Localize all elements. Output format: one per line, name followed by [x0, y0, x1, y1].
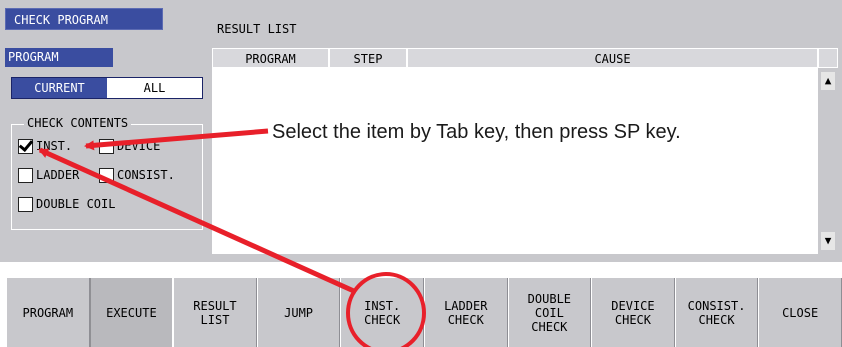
mode-all-button[interactable]: ALL	[107, 78, 202, 98]
checkbox-checked-icon	[18, 138, 33, 154]
checkbox-consist[interactable]: CONSIST.	[99, 165, 175, 185]
program-section-label: PROGRAM	[5, 48, 113, 67]
fkey-inst-check[interactable]: INST. CHECK	[340, 278, 424, 347]
fkey-jump[interactable]: JUMP	[256, 278, 341, 347]
checkbox-inst[interactable]: INST.	[18, 136, 72, 156]
checkbox-ladder[interactable]: LADDER	[18, 165, 79, 185]
checkbox-device[interactable]: DEVICE	[99, 136, 160, 156]
fkey-consist-check[interactable]: CONSIST. CHECK	[674, 278, 759, 347]
scroll-down-arrow-icon[interactable]: ▼	[821, 232, 835, 250]
checkbox-label: DOUBLE COIL	[36, 197, 116, 211]
checkbox-unchecked-icon	[99, 167, 114, 183]
checkbox-double-coil[interactable]: DOUBLE COIL	[18, 194, 115, 214]
checkbox-label: CONSIST.	[117, 168, 175, 182]
result-list-body[interactable]	[212, 68, 818, 254]
fkey-program[interactable]: PROGRAM	[6, 278, 90, 347]
scroll-up-arrow-icon[interactable]: ▲	[821, 72, 835, 90]
fkey-double-coil-check[interactable]: DOUBLE COIL CHECK	[507, 278, 592, 347]
column-header-spacer	[818, 48, 838, 68]
column-header-program[interactable]: PROGRAM	[212, 48, 329, 68]
window-title: CHECK PROGRAM	[5, 8, 163, 30]
function-key-bar: PROGRAM EXECUTE RESULT LIST JUMP INST. C…	[6, 278, 842, 347]
fkey-result-list[interactable]: RESULT LIST	[173, 278, 257, 347]
column-header-cause[interactable]: CAUSE	[407, 48, 818, 68]
result-list-label: RESULT LIST	[217, 22, 297, 36]
fkey-ladder-check[interactable]: LADDER CHECK	[423, 278, 508, 347]
mode-current-button[interactable]: CURRENT	[12, 78, 107, 98]
result-list-table: PROGRAM STEP CAUSE ▲ ▼	[212, 48, 838, 254]
fkey-device-check[interactable]: DEVICE CHECK	[591, 278, 675, 347]
checkbox-unchecked-icon	[18, 196, 33, 212]
checkbox-unchecked-icon	[99, 138, 114, 154]
result-list-scrollbar[interactable]: ▲ ▼	[818, 68, 838, 254]
fkey-execute[interactable]: EXECUTE	[89, 278, 174, 347]
check-contents-legend: CHECK CONTENTS	[24, 114, 132, 132]
annotation-callout: Select the item by Tab key, then press S…	[272, 121, 681, 143]
program-mode-toggle: CURRENT ALL	[11, 77, 203, 99]
checkbox-label: DEVICE	[117, 139, 161, 153]
checkbox-label: INST.	[36, 139, 73, 153]
checkbox-unchecked-icon	[18, 167, 33, 183]
result-list-header: PROGRAM STEP CAUSE	[212, 48, 838, 68]
column-header-step[interactable]: STEP	[329, 48, 407, 68]
fkey-close[interactable]: CLOSE	[758, 278, 842, 347]
checkbox-label: LADDER	[36, 168, 80, 182]
